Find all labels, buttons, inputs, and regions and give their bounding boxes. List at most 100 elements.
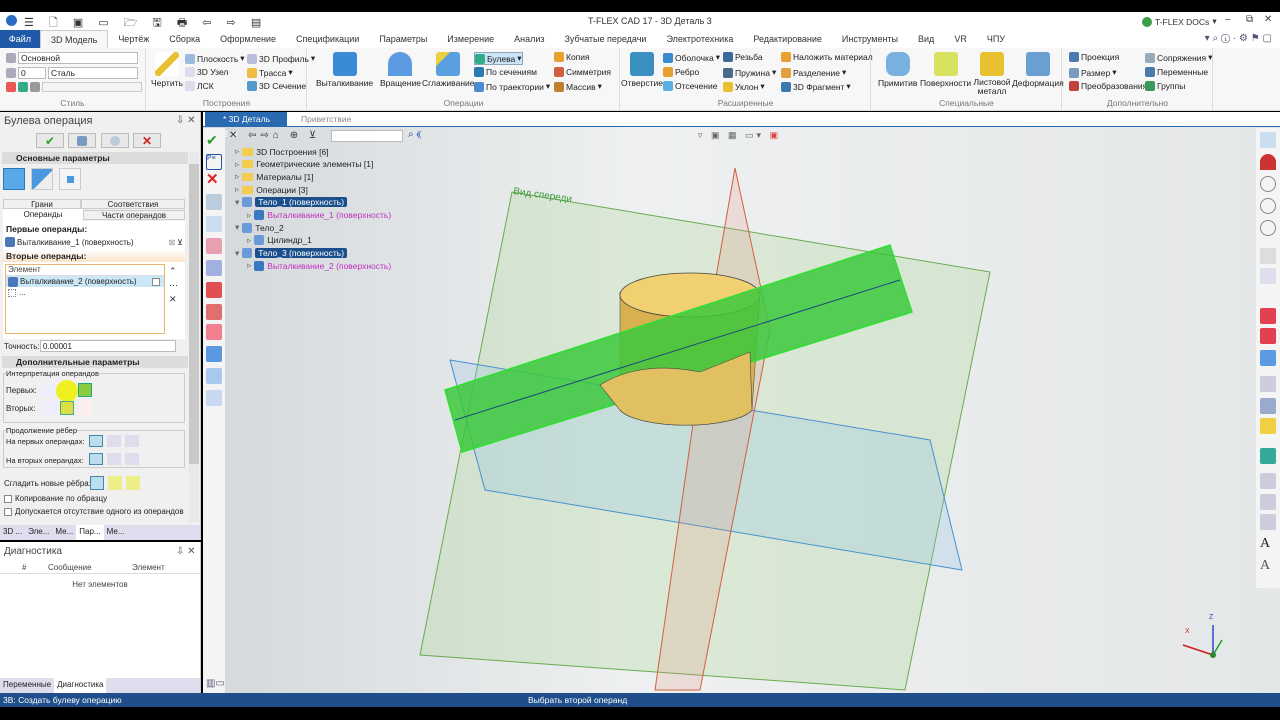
tab-gears[interactable]: Зубчатые передачи [555,30,657,48]
rib-button[interactable]: Ребро [663,67,699,77]
primitive-button[interactable]: Примитив [878,52,917,88]
snap-icon[interactable] [1260,248,1276,264]
lsk-button[interactable]: ЛСК [185,81,214,91]
list-buttons[interactable]: ⌃ ⋯ ✕ [169,264,178,306]
view-icon[interactable] [1260,350,1276,366]
section-button[interactable]: 3D Сечение [247,81,306,91]
section-main-params[interactable]: Основные параметры [2,152,188,164]
subtract-mode-button[interactable] [31,168,53,190]
draw-button[interactable]: Чертить [151,52,183,88]
section-extra-params[interactable]: Дополнительные параметры [2,356,188,368]
size-button[interactable]: Размер ▾ [1069,67,1117,78]
tab-specifications[interactable]: Спецификации [286,30,369,48]
tflex-docs-button[interactable]: T-FLEX DOCs ▾ [1142,16,1217,27]
tab-parameters[interactable]: Параметры [369,30,437,48]
preview-button[interactable] [68,133,96,148]
interp-first-surface[interactable] [42,383,56,397]
zoom-fit-icon[interactable] [1260,220,1276,236]
pin-close-icons[interactable]: ⇩ ✕ [176,115,196,126]
apply-material-button[interactable]: Наложить материал [781,52,873,62]
confirm-button[interactable]: ✔ [36,133,64,148]
text-style-icon[interactable]: A [1260,558,1276,574]
tab-faces[interactable]: Грани [3,199,81,209]
minimize-button[interactable]: – [1225,14,1231,25]
tab-file[interactable]: Файл [0,30,40,48]
interp-first-auto[interactable] [78,383,92,397]
tab-cnc[interactable]: ЧПУ [977,30,1015,48]
clear-icon[interactable]: ⊠ [168,238,175,247]
interp-second-auto[interactable] [78,401,92,415]
restore-button[interactable]: ⧉ [1246,14,1253,25]
draft-button[interactable]: Уклон ▾ [723,81,765,92]
palette-icon[interactable] [18,82,28,92]
hole-button[interactable]: Отверстие [621,52,663,88]
ext-first-1[interactable] [89,435,103,447]
checkbox[interactable] [4,494,12,503]
copy-by-sample-checkbox[interactable]: Копирование по образцу [4,494,107,503]
ext-first-2[interactable] [107,435,121,447]
panel-scrollbar[interactable] [189,152,199,522]
deform-button[interactable]: Деформация [1012,52,1064,88]
tab-view[interactable]: Вид [908,30,944,48]
view-icon[interactable] [1260,398,1276,414]
symmetry-button[interactable]: Симметрия [554,67,611,77]
revolve-button[interactable]: Вращение [380,52,421,88]
projection-button[interactable]: Проекция [1069,52,1119,62]
list-item[interactable]: Выталкивание_2 (поверхность) [6,276,164,287]
tab-variables[interactable]: Переменные [0,678,54,693]
snap-icon[interactable] [1260,308,1276,324]
cancel-button[interactable]: ✕ [133,133,161,148]
tab-vr[interactable]: VR [944,30,977,48]
transform-button[interactable]: Преобразования [1069,81,1147,91]
union-mode-button[interactable] [3,168,25,190]
view-layout-buttons[interactable]: ▥▭ [206,678,225,689]
ribbon-right-icons[interactable]: ▾ ⌕ ⓘ · ⚙ ⚑ ▢ [1205,33,1272,44]
interp-first-body[interactable] [56,380,78,402]
scene[interactable] [203,112,1280,693]
grid-icon[interactable] [1260,132,1276,148]
split-button[interactable]: Разделение ▾ [781,67,846,78]
viewport[interactable]: * 3D Деталь 3 ✕ Приветствие ✔ P≡ ✕ ✕ ⇦⇨⌂ … [203,112,1280,693]
zoom-preview-button[interactable] [101,133,129,148]
layer-select[interactable]: Основной [18,52,138,64]
ext-second-2[interactable] [107,453,121,465]
text-icon[interactable]: A [1260,536,1276,552]
zoom-out-icon[interactable] [1260,198,1276,214]
extrude-button[interactable]: Выталкивание [316,52,373,88]
tab-operand-parts[interactable]: Части операндов [83,210,185,220]
tab-diagnostics[interactable]: Диагностика [54,678,107,693]
tab-design[interactable]: Оформление [210,30,286,48]
plane-button[interactable]: Плоскость ▾ [185,53,245,64]
sweep-button[interactable]: По траектории ▾ [474,81,550,92]
view-icon[interactable] [1260,376,1276,392]
pin-close-icons[interactable]: ⇩ ✕ [176,546,196,557]
dropdown-icon[interactable]: ⊻ [177,238,183,247]
fragment-button[interactable]: 3D Фрагмент ▾ [781,81,851,92]
tab-3d[interactable]: 3D ... [0,525,25,540]
groups-button[interactable]: Группы [1145,81,1185,91]
tab-3d-model[interactable]: 3D Модель [40,30,109,48]
close-window-button[interactable]: ✕ [1264,14,1272,25]
profile-button[interactable]: 3D Профиль ▾ [247,53,315,64]
sheet-metal-button[interactable]: Листовой металл [972,52,1012,96]
intersect-mode-button[interactable] [59,168,81,190]
view-icon[interactable] [1260,448,1276,464]
variables-button[interactable]: Переменные [1145,67,1208,77]
allow-missing-checkbox[interactable]: Допускается отсутствие одного из операнд… [4,507,184,516]
array-button[interactable]: Массив ▾ [554,81,602,92]
smooth-edges-2[interactable] [108,476,122,490]
magnet-icon[interactable] [1260,154,1276,170]
loft-button[interactable]: По сечениям [474,67,537,77]
surfaces-button[interactable]: Поверхности [920,52,971,88]
tab-me2[interactable]: Ме... [104,525,128,540]
node-button[interactable]: 3D Узел [185,67,228,77]
cut-button[interactable]: Отсечение [663,81,717,91]
view-icon[interactable] [1260,494,1276,510]
list-item-empty[interactable]: ... [6,287,164,298]
mates-button[interactable]: Сопряжения ▾ [1145,52,1212,63]
tab-editing[interactable]: Редактирование [743,30,832,48]
first-operand-field[interactable]: Выталкивание_1 (поверхность) ⊠ ⊻ [5,236,183,248]
number-stepper[interactable]: 0 [18,67,46,79]
zoom-in-icon[interactable] [1260,176,1276,192]
smooth-edges-1[interactable] [90,476,104,490]
